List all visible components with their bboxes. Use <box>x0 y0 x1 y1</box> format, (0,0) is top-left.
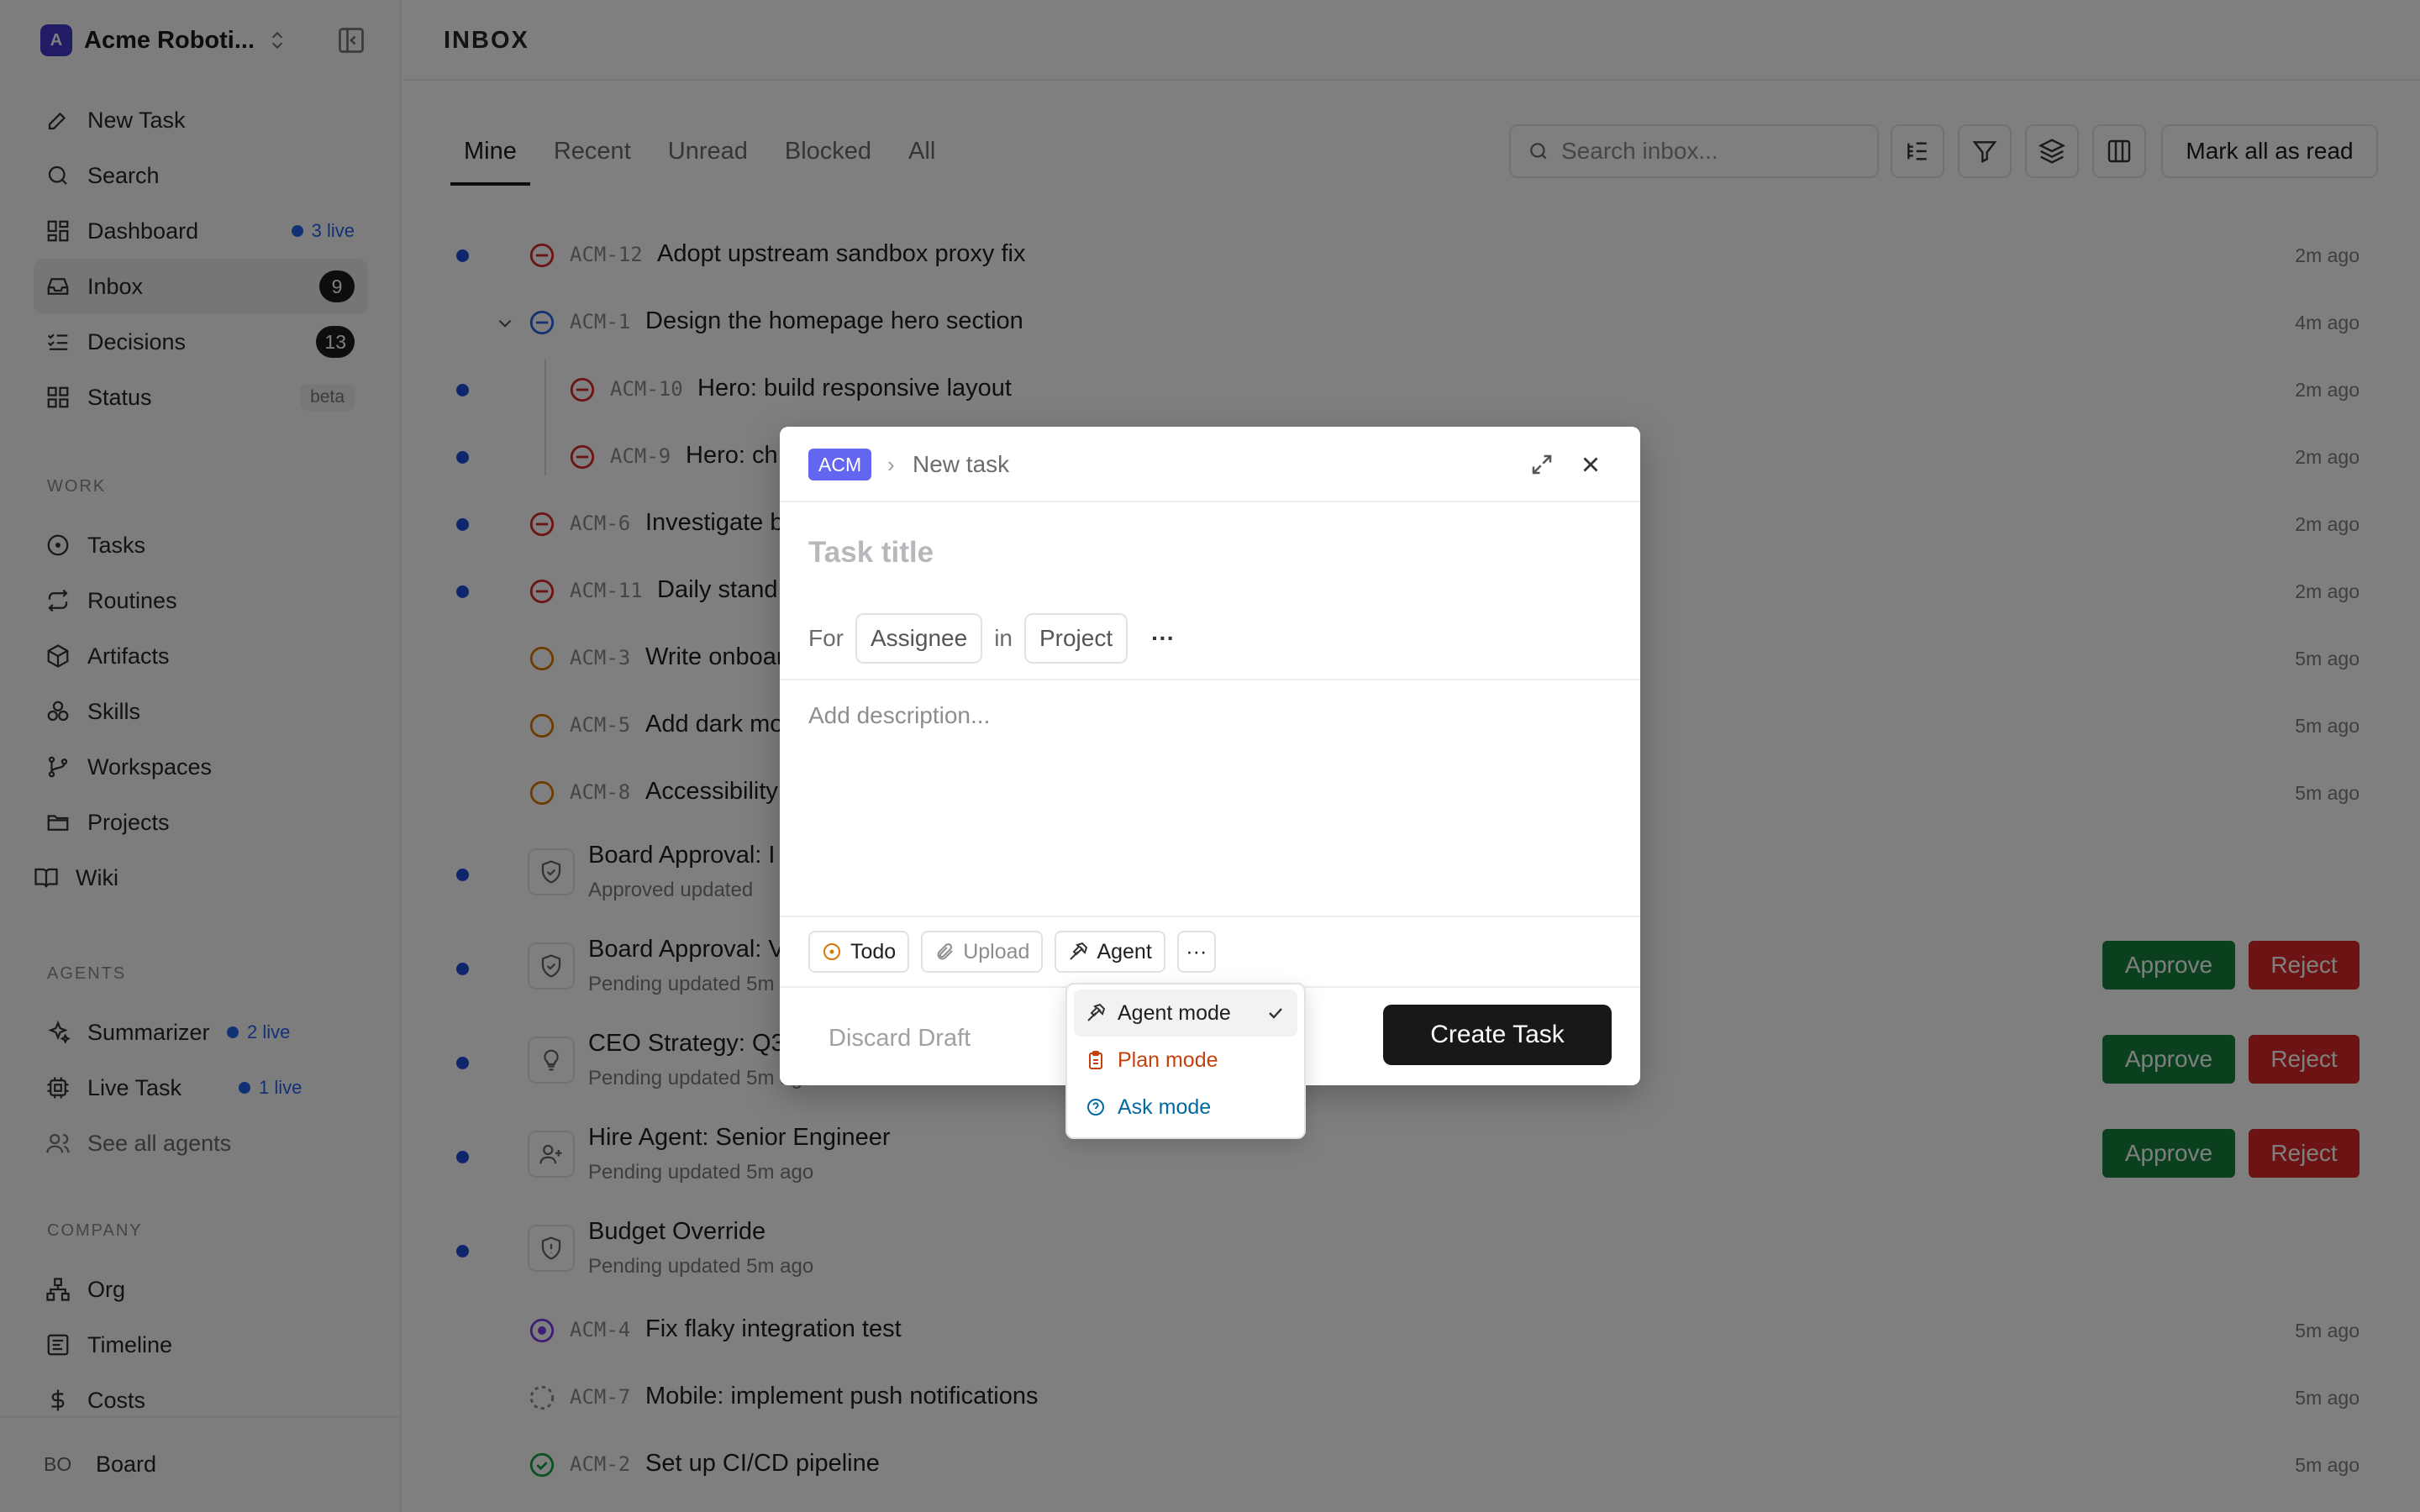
upload-button[interactable]: Upload <box>921 931 1044 973</box>
divider <box>780 916 1640 917</box>
discard-draft-button[interactable]: Discard Draft <box>829 1025 971 1053</box>
menu-item-label: Agent mode <box>1118 1000 1231 1025</box>
toolbar-more-button[interactable]: ··· <box>1176 931 1216 973</box>
close-icon[interactable] <box>1578 452 1603 477</box>
more-options-button[interactable]: ··· <box>1151 625 1175 652</box>
create-task-button[interactable]: Create Task <box>1383 1005 1612 1065</box>
menu-item-ask-mode[interactable]: Ask mode <box>1074 1084 1297 1131</box>
dialog-header: ACM › New task <box>780 427 1640 502</box>
expand-icon[interactable] <box>1529 452 1555 477</box>
agent-mode-menu: Agent mode Plan mode Ask mode <box>1065 983 1306 1139</box>
menu-item-agent-mode[interactable]: Agent mode <box>1074 990 1297 1037</box>
todo-status-icon <box>823 943 840 960</box>
hammer-icon <box>1070 942 1088 960</box>
status-label: Todo <box>850 939 897 963</box>
assignment-row: For Assignee in Project ··· <box>808 613 1175 664</box>
task-title-input[interactable] <box>808 536 1615 570</box>
status-picker[interactable]: Todo <box>808 931 910 973</box>
clipboard-icon <box>1089 1051 1102 1069</box>
paperclip-icon <box>937 942 953 960</box>
agent-label: Agent <box>1097 939 1152 963</box>
agent-mode-button[interactable]: Agent <box>1055 931 1165 973</box>
project-picker[interactable]: Project <box>1023 613 1128 664</box>
check-icon <box>1269 1008 1282 1019</box>
description-input[interactable] <box>808 702 1612 870</box>
assignee-picker[interactable]: Assignee <box>855 613 983 664</box>
help-circle-icon <box>1087 1099 1104 1116</box>
in-label: in <box>994 625 1013 651</box>
menu-item-plan-mode[interactable]: Plan mode <box>1074 1037 1297 1084</box>
project-badge: ACM <box>808 449 872 480</box>
breadcrumb-separator: › <box>887 452 895 477</box>
breadcrumb: New task <box>913 451 1010 477</box>
for-label: For <box>808 625 844 651</box>
divider <box>780 679 1640 680</box>
dialog-toolbar: Todo Upload Agent ··· <box>808 931 1216 973</box>
menu-item-label: Plan mode <box>1118 1047 1218 1072</box>
menu-item-label: Ask mode <box>1118 1095 1212 1119</box>
hammer-icon <box>1087 1003 1106 1021</box>
upload-label: Upload <box>963 939 1030 963</box>
